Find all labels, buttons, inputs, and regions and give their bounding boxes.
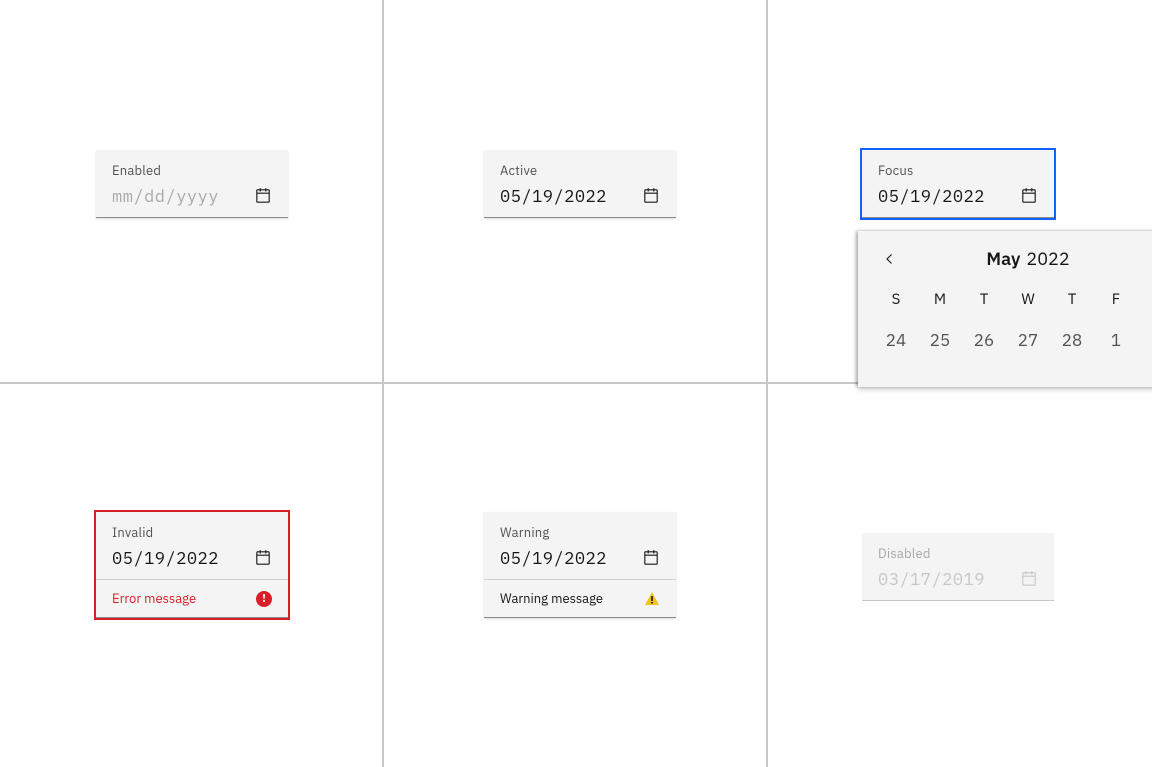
calendar-icon[interactable] (254, 187, 272, 205)
day-cell[interactable]: 28 (1054, 329, 1090, 351)
date-value[interactable]: 05/19/2022 (500, 185, 607, 207)
calendar-icon[interactable] (642, 187, 660, 205)
dow-cell: T (1054, 290, 1090, 309)
datepicker-enabled[interactable]: Enabled mm/dd/yyyy (96, 150, 288, 218)
field-label: Active (500, 162, 660, 179)
calendar-title: May 2022 (986, 247, 1069, 270)
calendar-dow-row: S M T W T F S (878, 290, 1152, 309)
day-cell[interactable]: 24 (878, 329, 914, 351)
calendar-icon[interactable] (1020, 187, 1038, 205)
dow-cell: M (922, 290, 958, 309)
field-label: Warning (500, 524, 660, 541)
warning-icon (644, 591, 660, 607)
dow-cell: T (966, 290, 1002, 309)
error-message-row: Error message ! (96, 579, 288, 617)
field-label: Invalid (112, 524, 272, 541)
calendar-week-row: 24 25 26 27 28 1 2 (878, 329, 1152, 351)
datepicker-focus[interactable]: Focus 05/19/2022 (862, 150, 1054, 218)
calendar-icon[interactable] (254, 549, 272, 567)
warning-message-row: Warning message (484, 579, 676, 617)
day-cell[interactable]: 27 (1010, 329, 1046, 351)
error-icon: ! (256, 591, 272, 607)
field-label: Focus (878, 162, 1038, 179)
calendar-popover[interactable]: May2022 › S M T W T F S 24 25 26 27 28 1… (858, 231, 1152, 387)
datepicker-active[interactable]: Active 05/19/2022 (484, 150, 676, 218)
datepicker-invalid[interactable]: Invalid 05/19/2022 Error message ! (96, 512, 288, 618)
day-cell[interactable]: 25 (922, 329, 958, 351)
date-value[interactable]: 05/19/2022 (878, 185, 985, 207)
date-value[interactable]: 05/19/2022 (500, 547, 607, 569)
day-cell[interactable]: 1 (1098, 329, 1134, 351)
calendar-year: 2022 (1026, 247, 1069, 270)
calendar-month: May (986, 247, 1020, 270)
day-cell[interactable]: 26 (966, 329, 1002, 351)
date-placeholder[interactable]: mm/dd/yyyy (112, 185, 219, 207)
dow-cell: S (1142, 290, 1152, 309)
date-value: 03/17/2019 (878, 568, 985, 590)
field-label: Enabled (112, 162, 272, 179)
prev-month-button[interactable] (878, 247, 902, 270)
calendar-icon (1020, 570, 1038, 588)
dow-cell: W (1010, 290, 1046, 309)
dow-cell: F (1098, 290, 1134, 309)
dow-cell: S (878, 290, 914, 309)
day-cell[interactable]: 2 (1142, 329, 1152, 351)
datepicker-warning[interactable]: Warning 05/19/2022 Warning message (484, 512, 676, 618)
calendar-icon[interactable] (642, 549, 660, 567)
date-value[interactable]: 05/19/2022 (112, 547, 219, 569)
datepicker-disabled: Disabled 03/17/2019 (862, 533, 1054, 601)
warning-message: Warning message (500, 590, 603, 607)
error-message: Error message (112, 590, 196, 607)
field-label: Disabled (878, 545, 1038, 562)
